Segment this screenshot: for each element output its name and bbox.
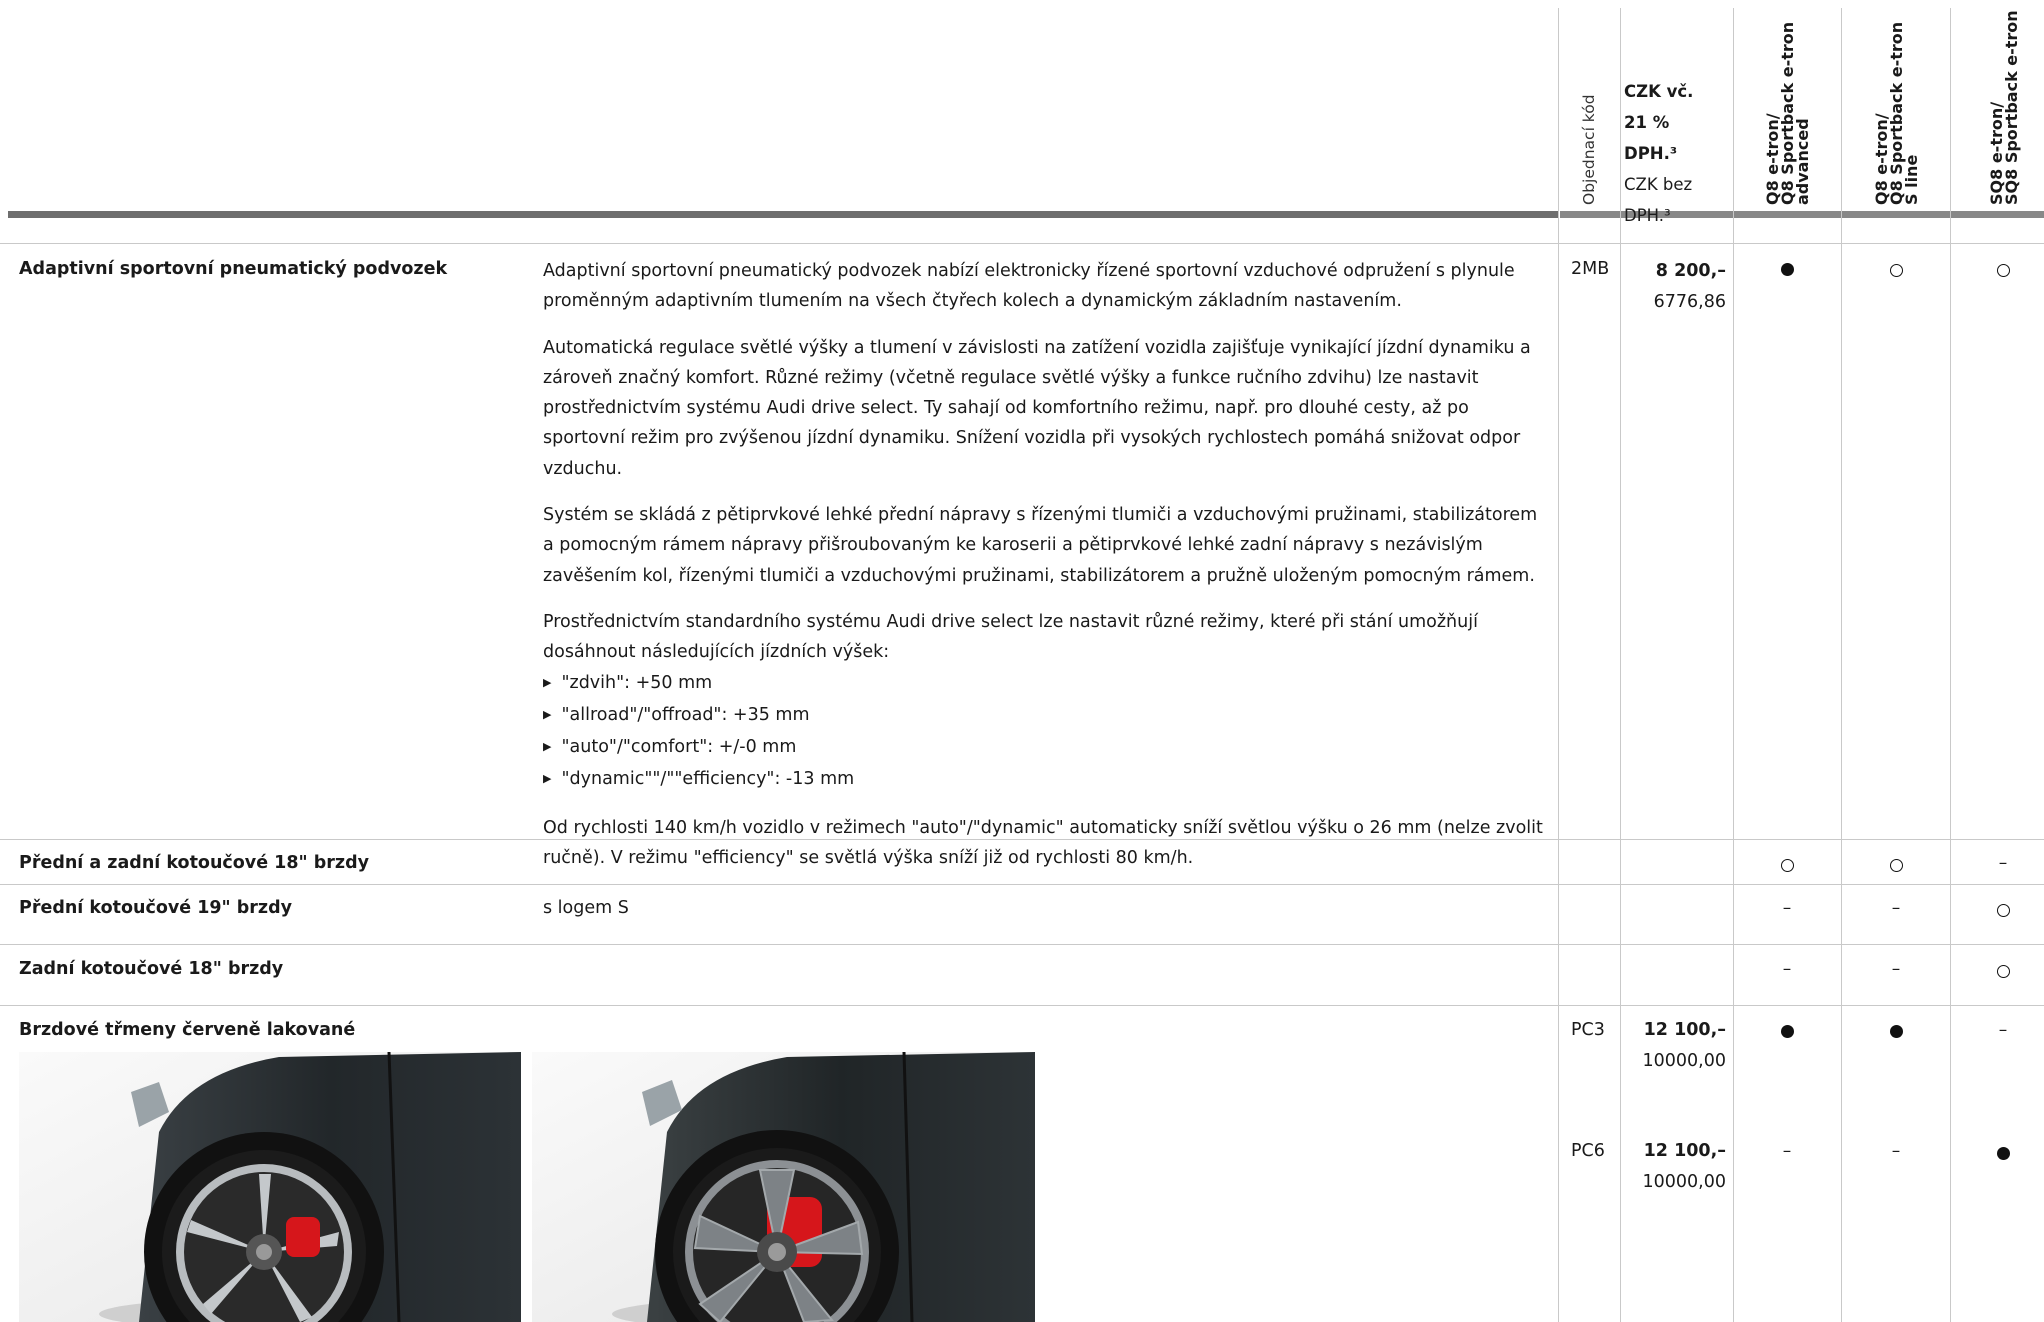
row-title-red-calipers: Brzdové třmeny červeně lakované: [19, 1020, 356, 1040]
availability-standard: [1767, 1023, 1807, 1043]
availability-none: –: [1891, 959, 1901, 979]
price-cell: 8 200,– 6776,86: [1653, 261, 1726, 312]
standard-dot-icon: [1780, 263, 1794, 276]
header-rule: [8, 211, 1558, 218]
list-item: "allroad"/"offroad": +35 mm: [543, 700, 1553, 732]
availability-none: –: [1891, 1141, 1901, 1161]
availability-optional: [1983, 262, 2023, 282]
column-divider: [1558, 8, 1559, 1322]
availability-standard: [1767, 261, 1807, 281]
description-paragraph: Prostřednictvím standardního systému Aud…: [543, 611, 1478, 663]
order-code: PC6: [1571, 1141, 1605, 1161]
availability-optional: [1767, 857, 1807, 877]
optional-ring-icon: [1780, 859, 1794, 872]
price-cell: 12 100,– 10000,00: [1642, 1141, 1726, 1192]
row-title-adaptive-suspension: Adaptivní sportovní pneumatický podvozek: [19, 259, 448, 279]
availability-none: –: [1782, 898, 1792, 918]
standard-dot-icon: [1780, 1025, 1794, 1038]
column-divider: [1950, 8, 1951, 1322]
availability-none: –: [1998, 853, 2008, 873]
model-header-q8-advanced: Q8 e-tron/Q8 Sportback e-tron advanced: [1763, 21, 1812, 205]
description-paragraph: Adaptivní sportovní pneumatický podvozek…: [543, 261, 1515, 312]
order-code-header: Objednací kód: [1580, 94, 1598, 205]
row-title-brakes-18: Přední a zadní kotoučové 18" brzdy: [19, 853, 370, 873]
description-paragraph: Automatická regulace světlé výšky a tlum…: [543, 337, 1531, 479]
optional-ring-icon: [1889, 859, 1903, 872]
price-header: CZK vč. 21 % DPH.³ CZK bez DPH.³: [1624, 82, 1694, 225]
availability-optional: [1876, 857, 1916, 877]
car-wheel-photo-2: [532, 1052, 1035, 1322]
availability-standard: [1983, 1145, 2023, 1165]
row-title-front-brakes-19: Přední kotoučové 19" brzdy: [19, 898, 293, 918]
availability-none: –: [1782, 1141, 1792, 1161]
availability-none: –: [1782, 959, 1792, 979]
column-divider: [1733, 8, 1734, 1322]
description-paragraph: Od rychlosti 140 km/h vozidlo v režimech…: [543, 817, 1543, 869]
row-divider: [0, 1005, 2044, 1006]
row-note-s-logo: s logem S: [543, 898, 629, 918]
model-header-q8-s-line: Q8 e-tron/Q8 Sportback e-tron S line: [1872, 21, 1921, 205]
price-cell: 12 100,– 10000,00: [1642, 1020, 1726, 1071]
column-divider: [1841, 8, 1842, 1322]
model-header-sq8: SQ8 e-tron/SQ8 Sportback e-tron: [1987, 10, 2021, 205]
row-description-adaptive-suspension: Adaptivní sportovní pneumatický podvozek…: [543, 256, 1553, 889]
availability-standard: [1876, 1023, 1916, 1043]
standard-dot-icon: [1996, 1147, 2010, 1160]
optional-ring-icon: [1996, 904, 2010, 917]
availability-optional: [1983, 902, 2023, 922]
car-wheel-photo-1: [19, 1052, 521, 1322]
availability-optional: [1983, 963, 2023, 983]
row-title-rear-brakes-18: Zadní kotoučové 18" brzdy: [19, 959, 284, 979]
standard-dot-icon: [1889, 1025, 1903, 1038]
availability-none: –: [1998, 1020, 2008, 1040]
height-list: "zdvih": +50 mm "allroad"/"offroad": +35…: [543, 668, 1553, 797]
description-paragraph: Systém se skládá z pětiprvkové lehké pře…: [543, 505, 1538, 586]
optional-ring-icon: [1996, 264, 2010, 277]
list-item: "zdvih": +50 mm: [543, 668, 1553, 700]
list-item: "dynamic""/""efficiency": -13 mm: [543, 764, 1553, 796]
optional-ring-icon: [1889, 264, 1903, 277]
availability-none: –: [1891, 898, 1901, 918]
order-code: 2MB: [1571, 259, 1610, 279]
row-divider: [0, 944, 2044, 945]
row-divider: [0, 243, 2044, 244]
optional-ring-icon: [1996, 965, 2010, 978]
column-divider: [1620, 8, 1621, 1322]
availability-optional: [1876, 262, 1916, 282]
list-item: "auto"/"comfort": +/-0 mm: [543, 732, 1553, 764]
order-code: PC3: [1571, 1020, 1605, 1040]
